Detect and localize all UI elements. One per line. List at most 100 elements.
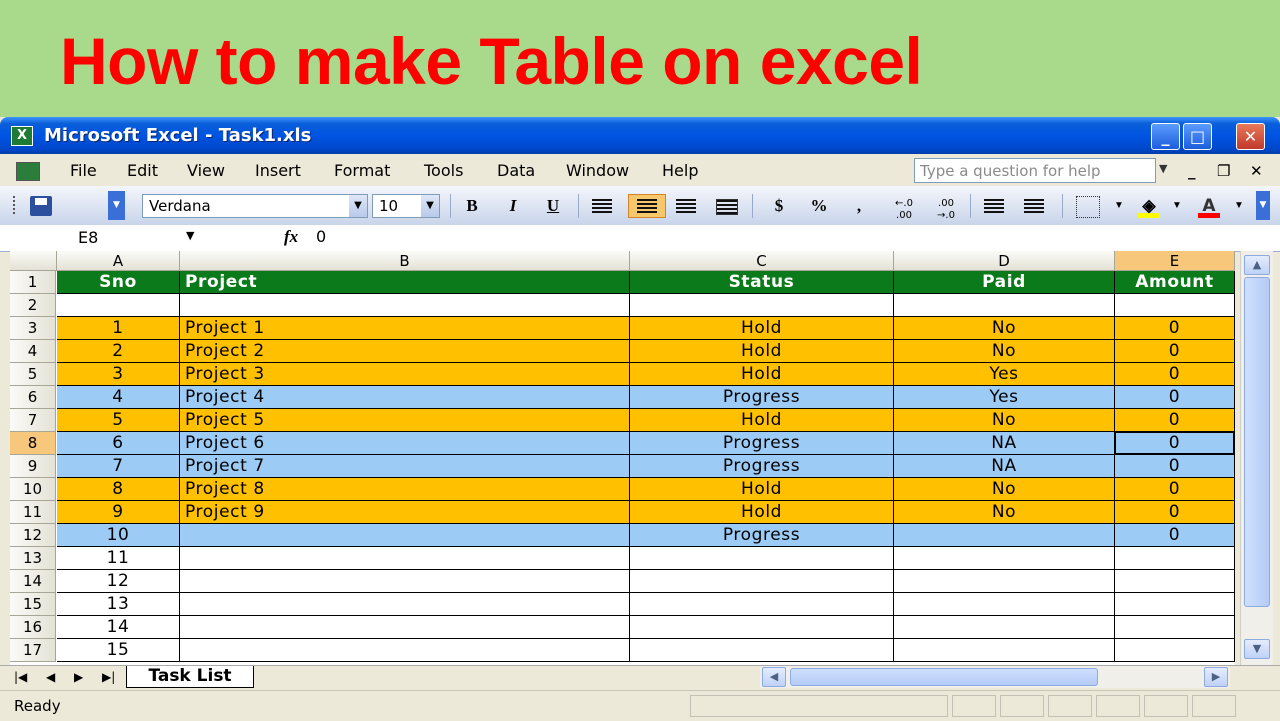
cell-amount[interactable] (1115, 639, 1235, 662)
help-search-input[interactable]: Type a question for help (914, 158, 1156, 183)
decrease-decimal-button[interactable]: .00 →.0 (928, 198, 964, 222)
spreadsheet-grid[interactable]: A B C D E 1 Sno Project Status Paid Amount 2 3 1 Proje… (10, 251, 1235, 665)
row-header[interactable]: 12 (10, 524, 56, 547)
cell-paid[interactable] (894, 639, 1115, 662)
cell-sno[interactable]: 14 (57, 616, 180, 639)
menu-help[interactable]: Help (662, 162, 698, 180)
cell-project[interactable] (180, 547, 630, 570)
cell-amount[interactable]: 0 (1115, 524, 1235, 547)
cell-paid[interactable]: NA (894, 432, 1115, 455)
chevron-down-icon[interactable]: ▼ (1226, 194, 1252, 218)
cell-amount[interactable] (1115, 294, 1235, 317)
name-box[interactable]: E8 ▼ (8, 226, 206, 249)
column-header-c[interactable]: C (630, 251, 894, 271)
cell-status[interactable] (630, 570, 894, 593)
cell-sno[interactable]: 5 (57, 409, 180, 432)
last-sheet-icon[interactable]: ▶| (102, 669, 115, 685)
cell-project[interactable] (180, 294, 630, 317)
cell-sno[interactable]: 1 (57, 317, 180, 340)
close-button[interactable]: ✕ (1236, 123, 1265, 150)
cell-paid[interactable] (894, 547, 1115, 570)
cell-amount[interactable]: 0 (1115, 363, 1235, 386)
row-header[interactable]: 2 (10, 294, 56, 317)
cell-status[interactable]: Hold (630, 340, 894, 363)
cell-status[interactable] (630, 639, 894, 662)
cell-status[interactable]: Hold (630, 409, 894, 432)
header-cell-project[interactable]: Project (180, 271, 630, 294)
row-header[interactable]: 15 (10, 593, 56, 616)
select-all-corner[interactable] (10, 251, 57, 271)
menu-data[interactable]: Data (497, 162, 535, 180)
cell-sno[interactable]: 6 (57, 432, 180, 455)
percent-button[interactable]: % (806, 194, 832, 218)
borders-icon[interactable] (1076, 196, 1100, 218)
scroll-up-icon[interactable]: ▲ (1244, 255, 1270, 275)
header-cell-amount[interactable]: Amount (1115, 271, 1235, 294)
cell-project[interactable]: Project 3 (180, 363, 630, 386)
cell-amount[interactable]: 0 (1115, 386, 1235, 409)
row-header[interactable]: 13 (10, 547, 56, 570)
menu-format[interactable]: Format (334, 162, 390, 180)
header-cell-status[interactable]: Status (630, 271, 894, 294)
decrease-indent-icon[interactable] (984, 199, 1004, 213)
menu-view[interactable]: View (187, 162, 225, 180)
cell-status[interactable]: Progress (630, 432, 894, 455)
chevron-down-icon[interactable]: ▼ (186, 229, 194, 242)
row-header[interactable]: 5 (10, 363, 56, 386)
cell-project[interactable]: Project 9 (180, 501, 630, 524)
cell-project[interactable]: Project 1 (180, 317, 630, 340)
scroll-right-icon[interactable]: ▶ (1204, 667, 1228, 687)
cell-paid[interactable] (894, 593, 1115, 616)
cell-paid[interactable] (894, 616, 1115, 639)
cell-project[interactable]: Project 6 (180, 432, 630, 455)
row-header[interactable]: 3 (10, 317, 56, 340)
cell-paid[interactable] (894, 524, 1115, 547)
horizontal-scroll-thumb[interactable] (790, 668, 1098, 686)
align-center-button[interactable] (628, 194, 666, 218)
cell-project[interactable] (180, 524, 630, 547)
cell-status[interactable]: Hold (630, 363, 894, 386)
chevron-down-icon[interactable]: ▼ (1164, 194, 1190, 218)
cell-sno[interactable]: 13 (57, 593, 180, 616)
scroll-down-icon[interactable]: ▼ (1244, 639, 1270, 659)
cell-paid[interactable] (894, 570, 1115, 593)
cell-status[interactable]: Hold (630, 501, 894, 524)
cell-paid[interactable] (894, 294, 1115, 317)
insert-function-icon[interactable]: fx (284, 226, 298, 248)
row-header[interactable]: 11 (10, 501, 56, 524)
currency-button[interactable]: $ (766, 194, 792, 218)
cell-amount[interactable] (1115, 593, 1235, 616)
maximize-button[interactable]: □ (1183, 123, 1212, 150)
cell-sno[interactable]: 3 (57, 363, 180, 386)
menu-insert[interactable]: Insert (255, 162, 301, 180)
column-header-d[interactable]: D (894, 251, 1115, 271)
cell-project[interactable] (180, 593, 630, 616)
doc-minimize-icon[interactable]: _ (1188, 162, 1196, 180)
cell-status[interactable]: Hold (630, 317, 894, 340)
merge-center-icon[interactable] (716, 199, 738, 215)
cell-status[interactable] (630, 616, 894, 639)
row-header[interactable]: 6 (10, 386, 56, 409)
cell-amount[interactable]: 0 (1115, 455, 1235, 478)
toolbar-options-icon[interactable]: ▼ (108, 191, 125, 220)
row-header[interactable]: 10 (10, 478, 56, 501)
menu-edit[interactable]: Edit (127, 162, 158, 180)
row-header[interactable]: 4 (10, 340, 56, 363)
font-size-select[interactable]: 10 ▼ (372, 194, 440, 218)
increase-decimal-button[interactable]: ←.0 .00 (886, 198, 922, 222)
comma-button[interactable]: , (846, 194, 872, 218)
column-header-e[interactable]: E (1115, 251, 1235, 271)
row-header[interactable]: 14 (10, 570, 56, 593)
cell-project[interactable]: Project 2 (180, 340, 630, 363)
title-bar[interactable]: X Microsoft Excel - Task1.xls _ □ ✕ (0, 117, 1280, 154)
doc-restore-icon[interactable]: ❐ (1217, 162, 1230, 180)
vertical-scrollbar[interactable]: ▲ ▼ (1240, 251, 1273, 665)
menu-tools[interactable]: Tools (424, 162, 463, 180)
formula-input[interactable]: 0 (316, 227, 326, 246)
cell-amount[interactable]: 0 (1115, 317, 1235, 340)
cell-sno[interactable] (57, 294, 180, 317)
align-left-icon[interactable] (592, 199, 612, 213)
prev-sheet-icon[interactable]: ◀ (46, 669, 55, 685)
cell-status[interactable] (630, 294, 894, 317)
cell-project[interactable] (180, 570, 630, 593)
